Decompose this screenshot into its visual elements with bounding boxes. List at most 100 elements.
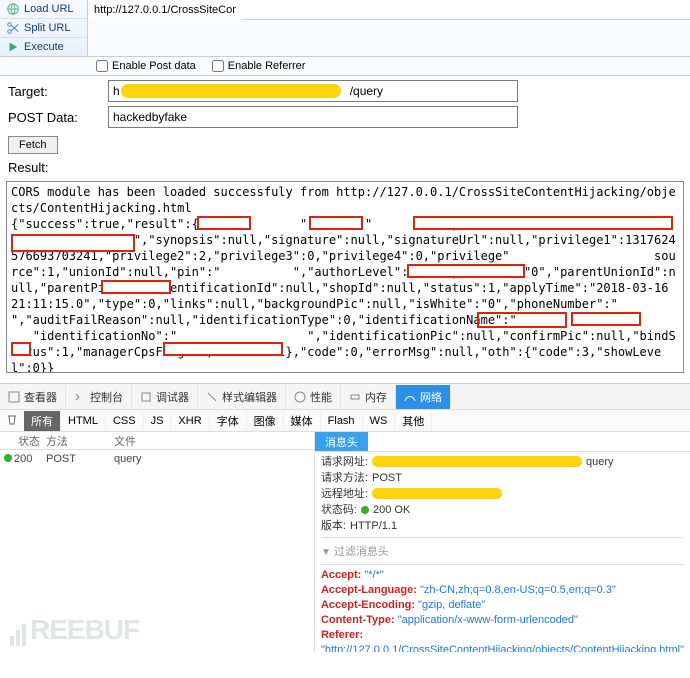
request-list: 状态 方法 文件 200 POST query REEBUF [0, 432, 315, 652]
highlight-box [477, 312, 567, 328]
request-detail: 消息头 请求网址: query 请求方法:POST 远程地址: 状态码:200 … [315, 432, 690, 652]
filter-other[interactable]: 其他 [395, 411, 432, 431]
globe-icon [6, 2, 20, 16]
filter-media[interactable]: 媒体 [284, 411, 321, 431]
redaction-box [571, 312, 641, 326]
status-dot-icon [361, 506, 369, 514]
hackbar-actions: Load URL Split URL Execute [0, 0, 88, 56]
version-key: 版本: [321, 518, 346, 534]
req-url-key: 请求网址: [321, 454, 368, 470]
redaction-box [11, 342, 31, 356]
request-list-header: 状态 方法 文件 [0, 432, 314, 450]
tab-inspector[interactable]: 查看器 [0, 385, 66, 409]
target-label: Target: [8, 84, 108, 99]
headers-pane: 请求网址: query 请求方法:POST 远程地址: 状态码:200 OK 版… [315, 452, 690, 652]
debugger-icon [140, 391, 152, 403]
target-prefix: h [113, 84, 120, 98]
network-filter-bar: 所有 HTML CSS JS XHR 字体 图像 媒体 Flash WS 其他 [0, 410, 690, 432]
split-url-label: Split URL [24, 22, 70, 34]
tab-network[interactable]: 网络 [396, 385, 451, 409]
scissors-icon [6, 21, 20, 35]
network-body: 状态 方法 文件 200 POST query REEBUF 消息头 请求网址: [0, 432, 690, 652]
col-status: 状态 [0, 433, 46, 449]
clear-button[interactable] [0, 411, 24, 430]
header-row: Accept-Language: "zh-CN,zh;q=0.8,en-US;q… [321, 583, 684, 598]
twisty-icon: ▼ [321, 547, 331, 558]
split-url-button[interactable]: Split URL [0, 19, 87, 38]
tab-style[interactable]: 样式编辑器 [198, 385, 286, 409]
console-icon [74, 391, 86, 403]
redaction-box [413, 216, 673, 230]
req-url-value: query [372, 454, 632, 470]
target-input[interactable]: h /query [108, 80, 518, 102]
status-dot-icon [4, 454, 12, 462]
memory-icon [349, 391, 361, 403]
hackbar-toolbar: Load URL Split URL Execute [0, 0, 690, 57]
filter-flash[interactable]: Flash [321, 413, 363, 429]
row-status: 200 [14, 453, 46, 465]
redaction-mask [372, 456, 582, 467]
filter-html[interactable]: HTML [61, 413, 106, 429]
tab-performance[interactable]: 性能 [286, 385, 341, 409]
tab-debugger[interactable]: 调试器 [132, 385, 198, 409]
execute-button[interactable]: Execute [0, 38, 87, 56]
filter-headers-input[interactable]: ▼过滤消息头 [321, 541, 684, 561]
tab-memory[interactable]: 内存 [341, 385, 396, 409]
header-row: Accept: "*/*" [321, 568, 684, 583]
result-output[interactable]: CORS module has been loaded successfuly … [6, 181, 684, 373]
url-input[interactable] [88, 0, 242, 20]
row-method: POST [46, 453, 114, 465]
filter-js[interactable]: JS [144, 413, 172, 429]
devtools-tabs: 查看器 控制台 调试器 样式编辑器 性能 内存 网络 [0, 384, 690, 410]
redaction-box [309, 216, 363, 230]
tab-headers[interactable]: 消息头 [315, 432, 368, 451]
req-method-value: POST [372, 470, 402, 486]
enable-referrer-label: Enable Referrer [228, 60, 306, 72]
filter-ws[interactable]: WS [363, 413, 396, 429]
col-method: 方法 [46, 433, 114, 449]
enable-post-checkbox[interactable]: Enable Post data [96, 60, 196, 72]
header-row: Referer: "http://127.0.0.1/CrossSiteCont… [321, 628, 684, 652]
enable-referrer-checkbox[interactable]: Enable Referrer [212, 60, 306, 72]
redaction-mask [121, 84, 341, 98]
post-data-label: POST Data: [8, 110, 108, 125]
network-icon [404, 391, 416, 403]
redaction-box [163, 342, 283, 356]
filter-css[interactable]: CSS [106, 413, 144, 429]
remote-addr-key: 远程地址: [321, 486, 368, 502]
redaction-mask [372, 488, 502, 499]
status-code-key: 状态码: [321, 502, 357, 518]
watermark: REEBUF [10, 614, 139, 646]
tab-console[interactable]: 控制台 [66, 385, 132, 409]
col-file: 文件 [114, 433, 314, 449]
post-data-input[interactable] [108, 106, 518, 128]
play-icon [6, 40, 20, 54]
version-value: HTTP/1.1 [350, 518, 397, 534]
filter-image[interactable]: 图像 [247, 411, 284, 431]
header-row: Content-Type: "application/x-www-form-ur… [321, 613, 684, 628]
filter-all[interactable]: 所有 [24, 411, 61, 431]
enable-post-label: Enable Post data [112, 60, 196, 72]
style-icon [206, 391, 218, 403]
load-url-button[interactable]: Load URL [0, 0, 87, 19]
redaction-box [197, 216, 251, 230]
fetch-button[interactable]: Fetch [8, 136, 58, 154]
result-label: Result: [8, 160, 682, 175]
redaction-box [11, 234, 135, 252]
load-url-label: Load URL [24, 3, 74, 15]
execute-label: Execute [24, 41, 64, 53]
filter-xhr[interactable]: XHR [171, 413, 209, 429]
redaction-box [101, 280, 171, 294]
result-text: CORS module has been loaded successfuly … [11, 185, 684, 373]
detail-tabs: 消息头 [315, 432, 690, 452]
remote-addr-value [372, 486, 522, 502]
row-file: query [114, 453, 314, 465]
target-suffix: /query [350, 84, 383, 98]
req-method-key: 请求方法: [321, 470, 368, 486]
devtools-panel: 查看器 控制台 调试器 样式编辑器 性能 内存 网络 所有 HTML CSS J… [0, 383, 690, 652]
status-code-value: 200 OK [361, 502, 410, 518]
request-row[interactable]: 200 POST query [0, 450, 314, 468]
perf-icon [294, 391, 306, 403]
filter-font[interactable]: 字体 [210, 411, 247, 431]
hackbar-options: Enable Post data Enable Referrer [0, 57, 690, 76]
